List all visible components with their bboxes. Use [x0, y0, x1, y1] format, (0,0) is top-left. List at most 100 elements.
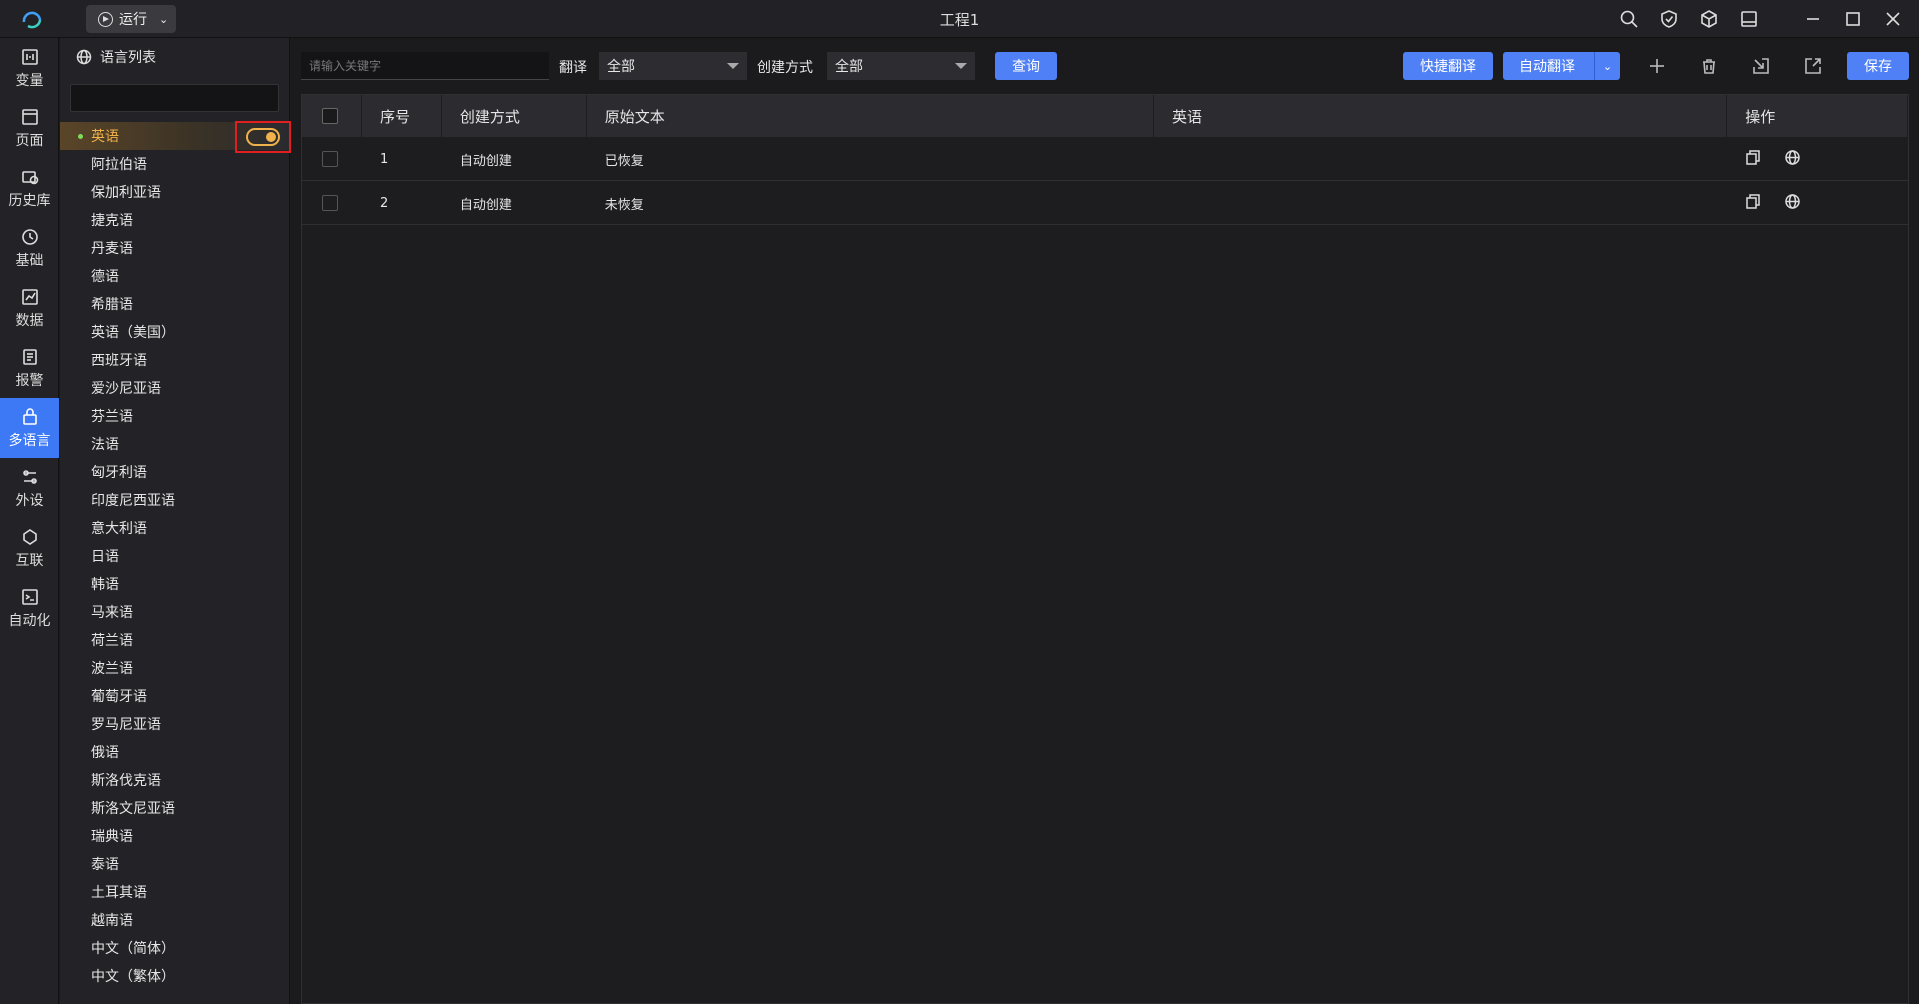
maximize-icon — [1846, 12, 1860, 26]
language-item[interactable]: 西班牙语 — [60, 346, 289, 374]
maximize-button[interactable] — [1833, 0, 1873, 38]
language-list-header: 语言列表 — [60, 38, 289, 76]
language-item[interactable]: 日语 — [60, 542, 289, 570]
rail-item-alarm[interactable]: 报警 — [0, 338, 59, 398]
search-button[interactable] — [1609, 0, 1649, 38]
query-label: 查询 — [1012, 59, 1040, 75]
header-operations: 操作 — [1727, 95, 1908, 137]
rail-item-peripheral[interactable]: 外设 — [0, 458, 59, 518]
language-item[interactable]: 印度尼西亚语 — [60, 486, 289, 514]
copy-button[interactable] — [1745, 149, 1762, 170]
quick-translate-button[interactable]: 快捷翻译 — [1403, 52, 1493, 80]
export-button[interactable] — [1801, 54, 1825, 78]
layout-button[interactable] — [1729, 0, 1769, 38]
language-search-input[interactable] — [70, 84, 279, 112]
rail-label: 外设 — [15, 492, 44, 509]
language-item[interactable]: 罗马尼亚语 — [60, 710, 289, 738]
language-item[interactable]: 俄语 — [60, 738, 289, 766]
language-item[interactable]: 丹麦语 — [60, 234, 289, 262]
language-item[interactable]: 保加利亚语 — [60, 178, 289, 206]
minimize-button[interactable] — [1793, 0, 1833, 38]
table-row[interactable]: 1 自动创建 已恢复 — [302, 137, 1908, 181]
rail-item-data[interactable]: 数据 — [0, 278, 59, 338]
rail-label: 历史库 — [8, 192, 51, 209]
save-button[interactable]: 保存 — [1847, 52, 1909, 80]
close-button[interactable] — [1873, 0, 1913, 38]
language-item[interactable]: 芬兰语 — [60, 402, 289, 430]
minimize-icon — [1807, 18, 1819, 20]
query-button[interactable]: 查询 — [995, 52, 1057, 80]
shield-button[interactable] — [1649, 0, 1689, 38]
language-item[interactable]: 意大利语 — [60, 514, 289, 542]
rail-item-interconnect[interactable]: 互联 — [0, 518, 59, 578]
rail-item-variable[interactable]: 变量 — [0, 38, 59, 98]
language-item[interactable]: 波兰语 — [60, 654, 289, 682]
globe-icon — [76, 49, 92, 65]
cell-english[interactable] — [1154, 137, 1727, 181]
cell-english[interactable] — [1154, 181, 1727, 225]
delete-button[interactable] — [1697, 54, 1721, 78]
language-item[interactable]: 土耳其语 — [60, 878, 289, 906]
auto-translate-button[interactable]: 自动翻译 ⌄ — [1503, 52, 1620, 80]
language-item[interactable]: 法语 — [60, 430, 289, 458]
main-area: 翻译 全部 创建方式 全部 查询 快捷翻译 自动翻译 ⌄ — [291, 38, 1919, 1004]
language-label: 日语 — [91, 549, 119, 565]
rail-item-page[interactable]: 页面 — [0, 98, 59, 158]
language-label: 西班牙语 — [91, 353, 147, 369]
select-all-cell — [302, 95, 362, 137]
rail-item-basic[interactable]: 基础 — [0, 218, 59, 278]
language-item[interactable]: 泰语 — [60, 850, 289, 878]
row-checkbox[interactable] — [322, 151, 338, 167]
language-list-panel: 语言列表 英语 阿拉伯语 保加利亚语 捷克语 丹麦语 德语 希腊语 英语（美国） 西班牙语爱沙尼… — [60, 38, 291, 1004]
language-label: 瑞典语 — [91, 829, 133, 845]
close-icon — [1886, 12, 1900, 26]
language-item[interactable]: 德语 — [60, 262, 289, 290]
language-item[interactable]: 英语（美国） — [60, 318, 289, 346]
language-item[interactable]: 匈牙利语 — [60, 458, 289, 486]
language-item[interactable]: 瑞典语 — [60, 822, 289, 850]
create-method-select[interactable]: 全部 — [827, 52, 975, 80]
language-label: 斯洛文尼亚语 — [91, 801, 175, 817]
language-list: 英语 阿拉伯语 保加利亚语 捷克语 丹麦语 德语 希腊语 英语（美国） 西班牙语爱沙尼亚语 芬兰语… — [60, 121, 291, 990]
language-item[interactable]: 英语 — [60, 121, 291, 153]
language-item[interactable]: 韩语 — [60, 570, 289, 598]
row-checkbox[interactable] — [322, 195, 338, 211]
language-item[interactable]: 希腊语 — [60, 290, 289, 318]
table-row[interactable]: 2 自动创建 未恢复 — [302, 181, 1908, 225]
language-item[interactable]: 马来语 — [60, 598, 289, 626]
select-all-checkbox[interactable] — [322, 108, 338, 124]
header-english: 英语 — [1154, 95, 1728, 137]
language-enable-toggle[interactable] — [246, 128, 280, 146]
language-item[interactable]: 中文（繁体） — [60, 962, 289, 990]
add-button[interactable] — [1645, 54, 1669, 78]
language-item[interactable]: 捷克语 — [60, 206, 289, 234]
auto-translate-dropdown[interactable]: ⌄ — [1594, 52, 1620, 80]
language-label: 马来语 — [91, 605, 133, 621]
copy-icon — [1746, 193, 1760, 209]
automation-icon — [21, 588, 38, 605]
rail-item-multilang[interactable]: 多语言 — [0, 398, 59, 458]
language-item[interactable]: 爱沙尼亚语 — [60, 374, 289, 402]
language-item[interactable]: 中文（简体） — [60, 934, 289, 962]
language-item[interactable]: 斯洛伐克语 — [60, 766, 289, 794]
run-button[interactable]: 运行 ⌄ — [86, 5, 176, 33]
package-button[interactable] — [1689, 0, 1729, 38]
table-header: 序号 创建方式 原始文本 英语 操作 — [302, 95, 1908, 137]
language-item[interactable]: 阿拉伯语 — [60, 150, 289, 178]
rail-item-history-db[interactable]: 历史库 — [0, 158, 59, 218]
translate-button[interactable] — [1784, 149, 1801, 170]
keyword-input[interactable] — [301, 52, 549, 80]
translation-table: 序号 创建方式 原始文本 英语 操作 1 自动创建 已恢复 2 自动创建 未恢复 — [301, 94, 1909, 1004]
language-item[interactable]: 葡萄牙语 — [60, 682, 289, 710]
play-icon — [98, 11, 113, 27]
copy-button[interactable] — [1745, 193, 1762, 214]
translate-filter-select[interactable]: 全部 — [599, 52, 747, 80]
translate-button[interactable] — [1784, 193, 1801, 214]
language-label: 越南语 — [91, 913, 133, 929]
language-item[interactable]: 越南语 — [60, 906, 289, 934]
language-item[interactable]: 斯洛文尼亚语 — [60, 794, 289, 822]
peripheral-icon — [22, 469, 37, 484]
import-button[interactable] — [1749, 54, 1773, 78]
language-item[interactable]: 荷兰语 — [60, 626, 289, 654]
rail-item-automation[interactable]: 自动化 — [0, 578, 59, 638]
